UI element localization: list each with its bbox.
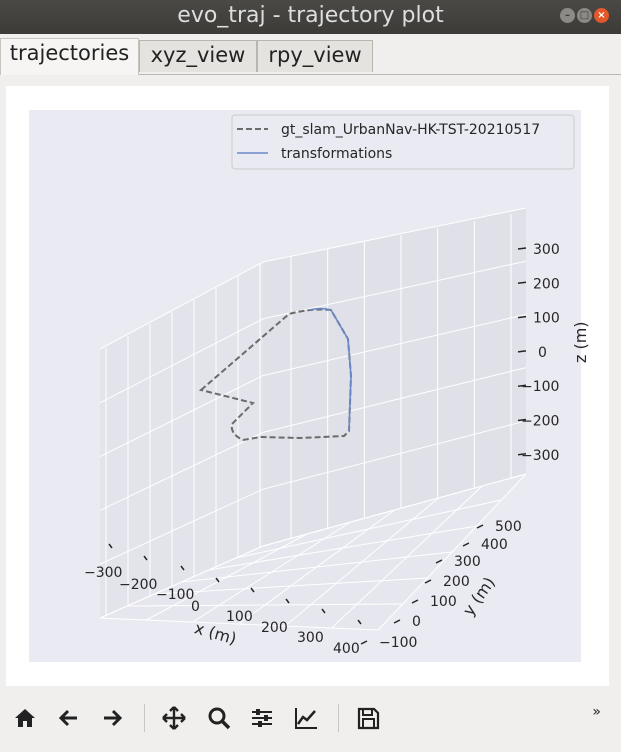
y-tick-label: 200: [443, 574, 470, 590]
y-tick-label: 0: [412, 614, 421, 630]
window-title: evo_traj - trajectory plot: [177, 3, 444, 28]
x-tick-label: 400: [333, 641, 360, 657]
sliders-icon: [252, 709, 272, 727]
line-chart-icon: [295, 708, 317, 729]
x-tick-label: −100: [156, 587, 194, 603]
trajectory-3d-plot: 3002001000−100−200−300 −300−200−10001002…: [29, 110, 590, 662]
maximize-button[interactable]: □: [577, 8, 592, 23]
y-tick-label: 100: [430, 594, 457, 610]
x-tick-label: 200: [261, 620, 288, 636]
tab-trajectories[interactable]: trajectories: [0, 38, 139, 75]
y-tick-label: 300: [454, 554, 481, 570]
toolbar-separator: [144, 704, 145, 732]
y-tick-label: 400: [481, 537, 508, 553]
save-button[interactable]: [354, 704, 382, 732]
minimize-button[interactable]: –: [560, 8, 575, 23]
x-tick-label: 300: [297, 630, 324, 646]
title-bar: evo_traj - trajectory plot – □ ×: [0, 0, 621, 34]
toolbar-separator: [338, 704, 339, 732]
home-icon: [15, 709, 35, 727]
configure-subplots-button[interactable]: [248, 704, 276, 732]
z-tick-mark: [517, 350, 527, 353]
tab-xyz-view[interactable]: xyz_view: [139, 40, 257, 72]
arrow-left-icon: [58, 709, 77, 727]
x-tick-label: 0: [191, 599, 200, 615]
move-icon: [162, 706, 186, 730]
z-tick-label: −200: [521, 414, 559, 430]
back-button[interactable]: [55, 704, 83, 732]
y-tick-label: 500: [495, 519, 522, 535]
legend-label-gt: gt_slam_UrbanNav-HK-TST-20210517: [281, 122, 540, 138]
z-axis-label: z (m): [571, 321, 590, 363]
plot-canvas[interactable]: 300 200 100 0 −100 −200 −300 −300 −200 −100 0 100 2…: [6, 86, 609, 686]
save-icon: [357, 707, 380, 730]
z-tick-label: −100: [521, 379, 559, 395]
x-tick-label: −200: [119, 577, 157, 593]
x-tick-label: 100: [226, 609, 253, 625]
tab-bar: xyz_view rpy_view trajectories: [0, 38, 621, 75]
toolbar-overflow-button[interactable]: »: [592, 704, 601, 720]
z-tick-label: 200: [533, 276, 560, 292]
z-tick-label: −300: [521, 448, 559, 464]
zoom-button[interactable]: [205, 704, 233, 732]
tab-rpy-view[interactable]: rpy_view: [257, 40, 373, 72]
legend-label-transformations: transformations: [281, 146, 392, 162]
legend: gt_slam_UrbanNav-HK-TST-20210517 transfo…: [231, 114, 575, 170]
z-tick-label: 300: [533, 242, 560, 258]
home-button[interactable]: [11, 704, 39, 732]
arrow-right-icon: [104, 709, 123, 727]
z-tick-mark: [517, 315, 527, 319]
forward-button[interactable]: [98, 704, 126, 732]
navigation-toolbar: »: [0, 690, 621, 750]
z-tick-mark: [517, 247, 527, 250]
y-tick-label: −100: [379, 635, 417, 651]
z-tick-label: 100: [533, 311, 560, 327]
x-tick-label: −300: [84, 565, 122, 581]
z-tick-mark: [517, 281, 527, 285]
close-button[interactable]: ×: [594, 8, 609, 23]
z-tick-label: 0: [538, 345, 547, 361]
edit-axis-button[interactable]: [292, 704, 320, 732]
pan-button[interactable]: [160, 704, 188, 732]
search-icon: [208, 707, 231, 730]
